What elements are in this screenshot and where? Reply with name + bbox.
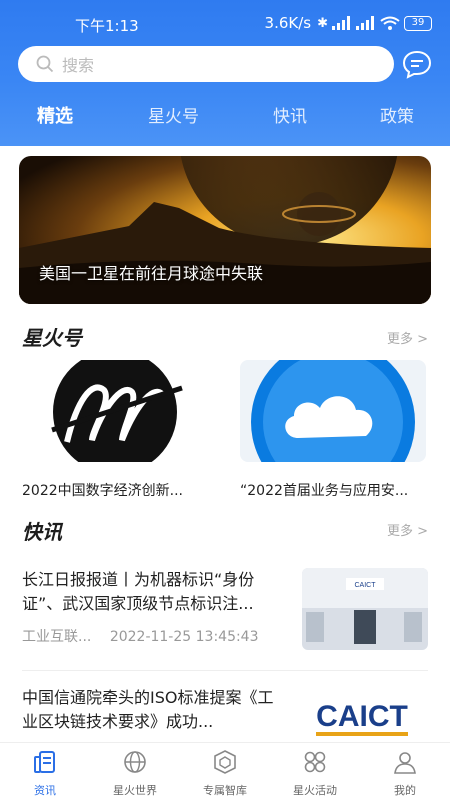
wifi-icon <box>380 16 400 30</box>
bottom-nav: 资讯 星火世界 专属智库 星火活动 我的 <box>0 742 450 800</box>
battery-icon: 39 <box>404 15 432 31</box>
news-photo: CAICT <box>302 568 428 650</box>
news-image-text: CAICT <box>355 582 377 589</box>
news-image: CAICT <box>302 568 428 650</box>
signal-icon <box>332 16 350 30</box>
news-title: 长江日报报道丨为机器标识“身份证”、武汉国家顶级节点标识注... <box>22 570 255 613</box>
tab-kuaixun[interactable]: 快讯 <box>273 102 307 127</box>
user-icon <box>394 752 416 774</box>
news-icon <box>34 751 55 773</box>
globe-icon <box>124 751 146 773</box>
category-tabs: 精选 星火号 快讯 政策 <box>0 102 450 130</box>
news-title: 中国信通院牵头的ISO标准提案《工业区块链技术要求》成功... <box>22 688 274 731</box>
news-item[interactable]: 长江日报报道丨为机器标识“身份证”、武汉国家顶级节点标识注... 工业互联...… <box>22 568 428 650</box>
tab-jingxuan[interactable]: 精选 <box>37 102 73 128</box>
card-thumbnail <box>22 360 208 462</box>
grid-icon <box>304 751 326 773</box>
think-tank-icon <box>214 750 236 774</box>
status-time: 下午1:13 <box>75 17 139 35</box>
nav-zixun[interactable]: 资讯 <box>0 749 90 798</box>
nav-xinghuo-world[interactable]: 星火世界 <box>90 749 180 798</box>
nav-label: 我的 <box>394 784 416 797</box>
xinghuohao-card[interactable]: 2022中国数字经济创新... <box>22 360 208 500</box>
section-xinghuohao-title: 星火号 <box>22 326 82 350</box>
caict-logo-text: CAICT <box>316 700 408 733</box>
banner-title: 美国一卫星在前往月球途中失联 <box>39 264 264 283</box>
xinghuohao-more-link[interactable]: 更多 > <box>387 328 428 347</box>
nav-activity[interactable]: 星火活动 <box>270 749 360 798</box>
cloud-logo-image <box>251 360 415 462</box>
nav-think-tank[interactable]: 专属智库 <box>180 749 270 798</box>
nav-label: 资讯 <box>34 784 56 797</box>
status-bar: 下午1:13 3.6K/s ✱ 39 <box>0 0 450 44</box>
news-image: CAICT <box>302 688 428 738</box>
news-item[interactable]: 中国信通院牵头的ISO标准提案《工业区块链技术要求》成功... CAICT <box>22 686 428 738</box>
tab-xinghuohao[interactable]: 星火号 <box>148 102 199 127</box>
nav-label: 专属智库 <box>203 784 247 797</box>
xinghuohao-card[interactable]: “2022首届业务与应用安... <box>240 360 426 500</box>
card-thumbnail <box>240 360 426 462</box>
search-input[interactable]: 搜索 <box>18 46 394 82</box>
status-right: 3.6K/s ✱ 39 <box>265 14 432 32</box>
featured-banner[interactable]: 美国一卫星在前往月球途中失联 <box>19 156 431 304</box>
news-divider <box>22 670 428 671</box>
card-caption: 2022中国数字经济创新... <box>22 483 183 499</box>
bluetooth-icon: ✱ <box>317 15 328 31</box>
tab-zhengce[interactable]: 政策 <box>380 102 414 127</box>
search-placeholder: 搜索 <box>62 56 95 75</box>
news-source: 工业互联... <box>22 629 92 645</box>
signal-icon-2 <box>356 16 374 30</box>
card-caption: “2022首届业务与应用安... <box>240 483 409 499</box>
kuaixun-more-link[interactable]: 更多 > <box>387 520 428 539</box>
header-background: 下午1:13 3.6K/s ✱ 39 搜索 精选 星火号 快讯 政策 <box>0 0 450 146</box>
nav-label: 星火活动 <box>293 784 337 797</box>
network-speed: 3.6K/s <box>264 14 312 32</box>
card-logo-image <box>51 360 183 462</box>
section-kuaixun-title: 快讯 <box>22 520 62 544</box>
caict-logo: CAICT <box>302 688 428 738</box>
nav-label: 星火世界 <box>113 784 157 797</box>
nav-mine[interactable]: 我的 <box>360 749 450 798</box>
message-icon[interactable] <box>402 49 432 79</box>
search-icon <box>36 55 54 73</box>
news-time: 2022-11-25 13:45:43 <box>109 629 259 645</box>
